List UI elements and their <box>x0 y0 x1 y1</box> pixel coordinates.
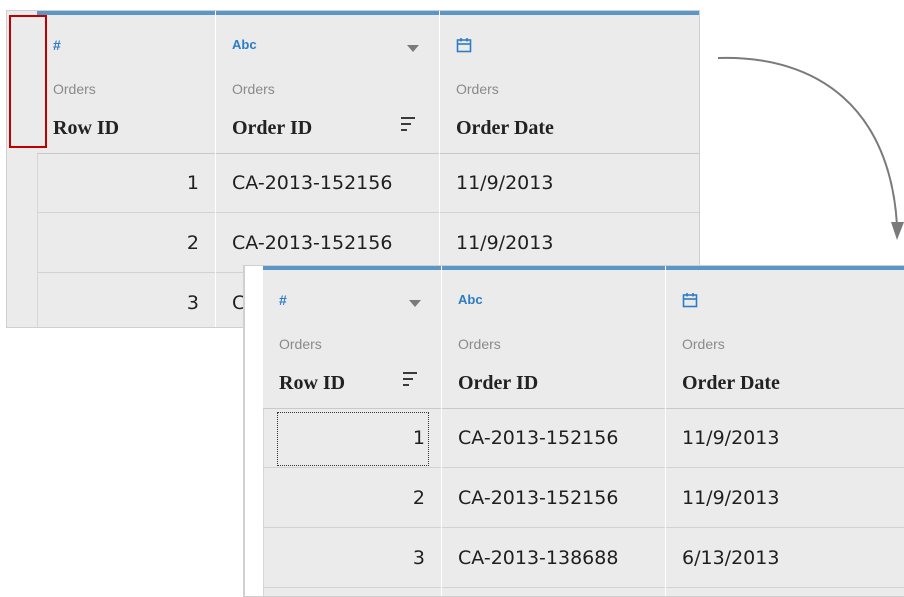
sort-icon[interactable] <box>403 372 419 388</box>
column-header[interactable]: # Orders Row ID <box>263 270 441 409</box>
data-grid-after: # Orders Row ID 1 2 3 Abc Orders Order I… <box>244 265 904 597</box>
table-cell[interactable]: 11/9/2013 <box>666 469 904 528</box>
chevron-down-icon[interactable] <box>409 300 421 307</box>
table-cell[interactable]: CA-2013-152156 <box>442 409 665 468</box>
table-cell[interactable]: CA-2013-152156 <box>442 469 665 528</box>
column-field-name: Row ID <box>279 372 346 394</box>
table-cell[interactable]: CA-2013-138688 <box>442 529 665 588</box>
column-source-label: Orders <box>232 81 275 97</box>
sort-icon[interactable] <box>401 117 417 133</box>
string-icon[interactable]: Abc <box>232 37 257 52</box>
table-cell[interactable]: 1 <box>263 409 441 468</box>
table-cell[interactable]: 6/13/2013 <box>666 529 904 588</box>
column-header[interactable]: Abc Orders Order ID <box>216 15 439 154</box>
column-order-id[interactable]: Abc Orders Order ID CA-2013-152156 CA-20… <box>442 266 666 596</box>
column-source-label: Orders <box>456 81 499 97</box>
string-icon[interactable]: Abc <box>458 292 483 307</box>
chevron-down-icon[interactable] <box>407 45 419 52</box>
table-cell[interactable]: 3 <box>263 529 441 588</box>
table-cell[interactable]: 11/9/2013 <box>666 409 904 468</box>
column-header[interactable]: # Orders Row ID <box>37 15 215 154</box>
table-cell[interactable]: 2 <box>37 214 215 273</box>
column-header[interactable]: Orders Order Date <box>440 15 699 154</box>
table-cell[interactable]: 3 <box>37 274 215 327</box>
column-field-name: Row ID <box>53 117 120 139</box>
number-icon[interactable]: # <box>279 292 287 308</box>
column-source-label: Orders <box>53 81 96 97</box>
column-field-name: Order Date <box>456 117 554 139</box>
column-row-id[interactable]: # Orders Row ID 1 2 3 <box>263 266 442 596</box>
column-field-name: Order ID <box>458 372 539 394</box>
column-order-date[interactable]: Orders Order Date 11/9/2013 11/9/2013 6/… <box>666 266 904 596</box>
number-icon[interactable]: # <box>53 37 61 53</box>
column-row-id[interactable]: # Orders Row ID 1 2 3 <box>37 11 216 327</box>
column-source-label: Orders <box>682 336 725 352</box>
column-header[interactable]: Abc Orders Order ID <box>442 270 665 409</box>
row-header-gutter[interactable] <box>245 266 264 596</box>
column-source-label: Orders <box>279 336 322 352</box>
table-cell[interactable]: 2 <box>263 469 441 528</box>
calendar-icon[interactable] <box>682 292 698 308</box>
transition-arrow-icon <box>717 56 904 240</box>
column-field-name: Order Date <box>682 372 780 394</box>
calendar-icon[interactable] <box>456 37 472 53</box>
table-cell[interactable]: 11/9/2013 <box>440 154 699 213</box>
column-field-name: Order ID <box>232 117 313 139</box>
table-cell[interactable]: 1 <box>37 154 215 213</box>
row-header-highlight <box>9 15 47 148</box>
column-header[interactable]: Orders Order Date <box>666 270 904 409</box>
column-source-label: Orders <box>458 336 501 352</box>
table-cell[interactable]: CA-2013-152156 <box>216 154 439 213</box>
